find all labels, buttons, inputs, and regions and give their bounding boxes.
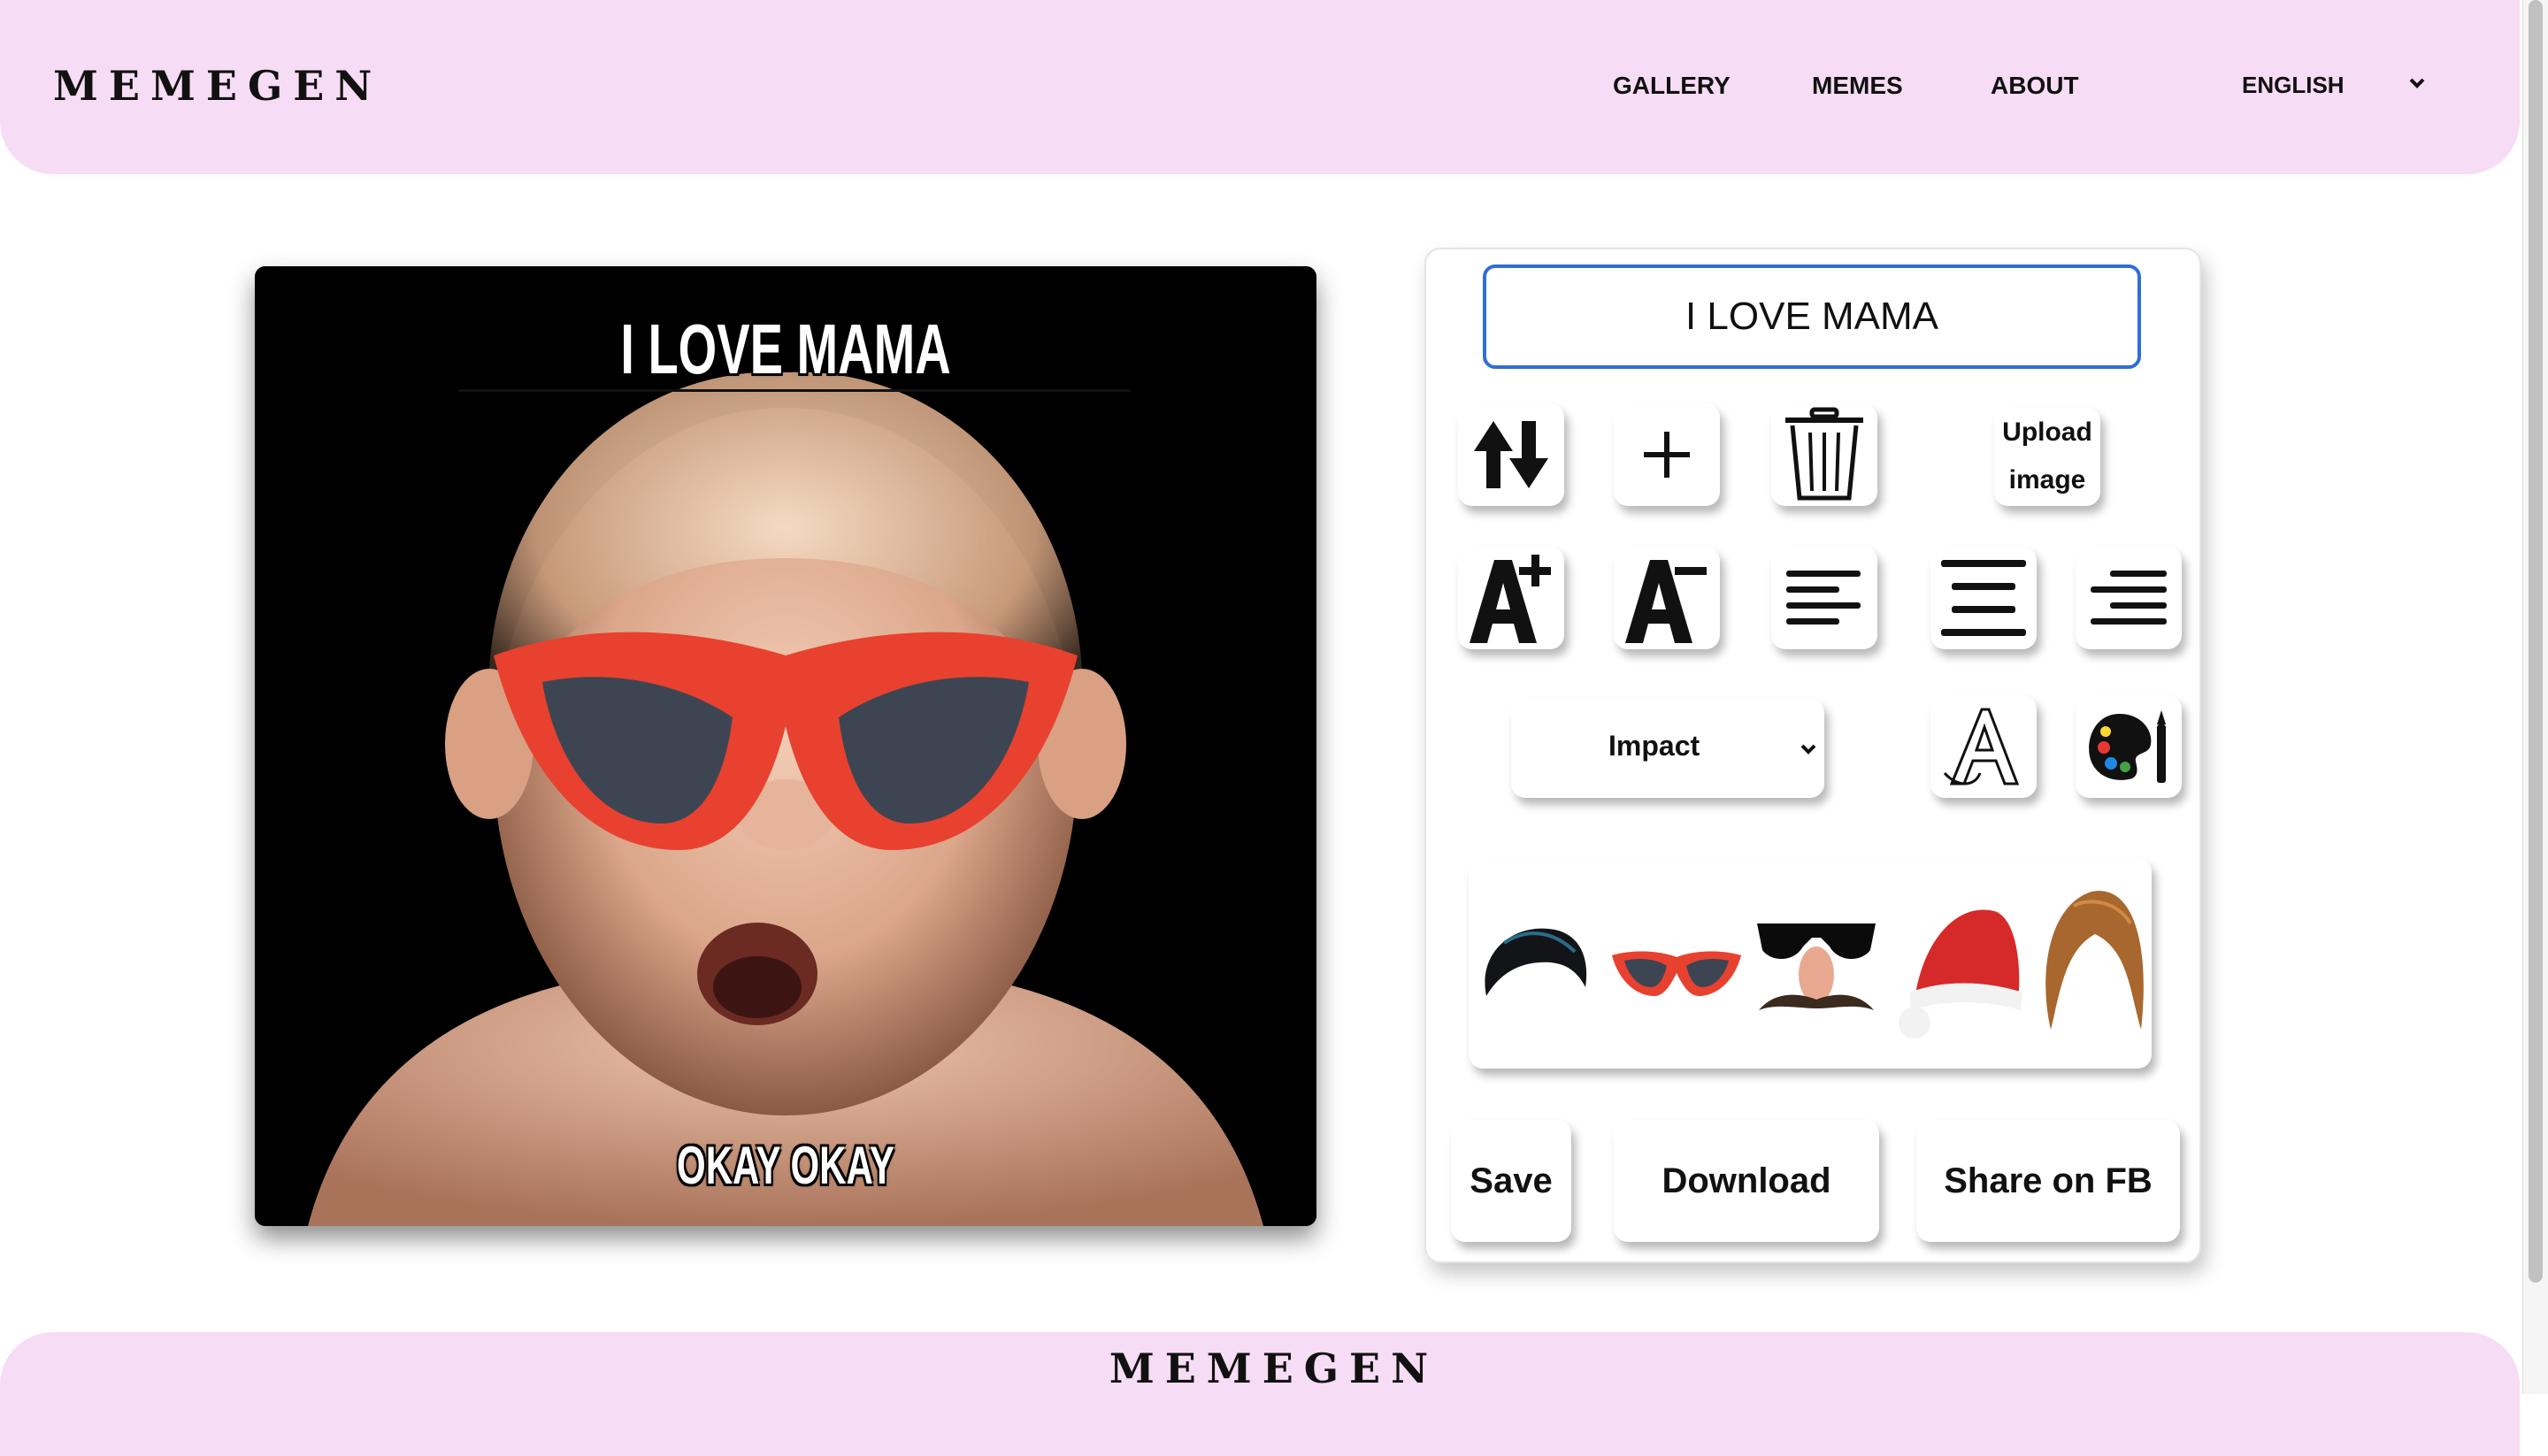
brand-logo[interactable]: MEMEGEN	[53, 62, 382, 110]
disguise-glasses-icon[interactable]	[1750, 911, 1883, 1026]
upload-image-button[interactable]: Upload image	[1994, 407, 2100, 506]
palette-icon	[2089, 710, 2166, 783]
sticker-gallery	[1469, 858, 2152, 1069]
font-family-select[interactable]: Impact	[1511, 699, 1824, 798]
outlined-letter-a-icon	[1943, 708, 2020, 785]
font-selected-label: Impact	[1608, 730, 1700, 762]
scrollbar-thumb[interactable]	[2529, 0, 2543, 1283]
align-right-icon	[2091, 571, 2167, 625]
align-right-button[interactable]	[2076, 547, 2182, 649]
nav-memes[interactable]: MEMES	[1812, 72, 1903, 100]
hair-brown-icon[interactable]	[2038, 879, 2150, 1038]
font-increase-icon	[1470, 555, 1551, 643]
upload-image-label: Upload image	[2002, 418, 2092, 494]
red-sunglasses-icon[interactable]	[1610, 946, 1743, 1000]
language-select[interactable]: ENGLISH	[2242, 72, 2345, 99]
santa-hat-icon[interactable]	[1897, 893, 2026, 1044]
meme-top-text[interactable]: I LOVE MAMA	[414, 309, 1157, 390]
baby-photo	[255, 266, 1316, 1226]
meme-canvas[interactable]: I LOVE MAMA OKAY OKAY	[255, 266, 1316, 1226]
nav-gallery[interactable]: GALLERY	[1613, 72, 1731, 100]
meme-text-input[interactable]	[1483, 264, 2141, 369]
hair-black-icon[interactable]	[1477, 916, 1592, 1014]
share-fb-button[interactable]: Share on FB	[1916, 1120, 2180, 1242]
meme-bottom-text[interactable]: OKAY OKAY	[414, 1135, 1157, 1196]
save-button[interactable]: Save	[1451, 1120, 1571, 1242]
trash-icon	[1785, 407, 1863, 501]
align-center-icon	[1941, 560, 2026, 636]
plus-icon	[1644, 432, 1690, 478]
font-decrease-icon	[1625, 560, 1707, 643]
add-line-button[interactable]	[1614, 403, 1720, 506]
switch-lines-button[interactable]	[1458, 403, 1564, 506]
nav-about[interactable]: ABOUT	[1991, 72, 2079, 100]
increase-font-button[interactable]	[1458, 547, 1564, 649]
decrease-font-button[interactable]	[1614, 547, 1720, 649]
chevron-down-icon[interactable]	[2406, 74, 2428, 92]
align-center-button[interactable]	[1930, 547, 2037, 649]
download-button[interactable]: Download	[1614, 1120, 1879, 1242]
align-left-button[interactable]	[1771, 547, 1877, 649]
footer-brand: MEMEGEN	[1109, 1345, 1439, 1392]
page-scrollbar[interactable]	[2522, 0, 2548, 1394]
delete-line-button[interactable]	[1771, 403, 1877, 506]
text-stroke-button[interactable]	[1930, 695, 2037, 798]
chevron-down-icon	[1800, 744, 1816, 755]
swap-arrows-icon	[1474, 421, 1548, 488]
text-color-button[interactable]	[2076, 695, 2182, 798]
align-left-icon	[1786, 571, 1861, 625]
